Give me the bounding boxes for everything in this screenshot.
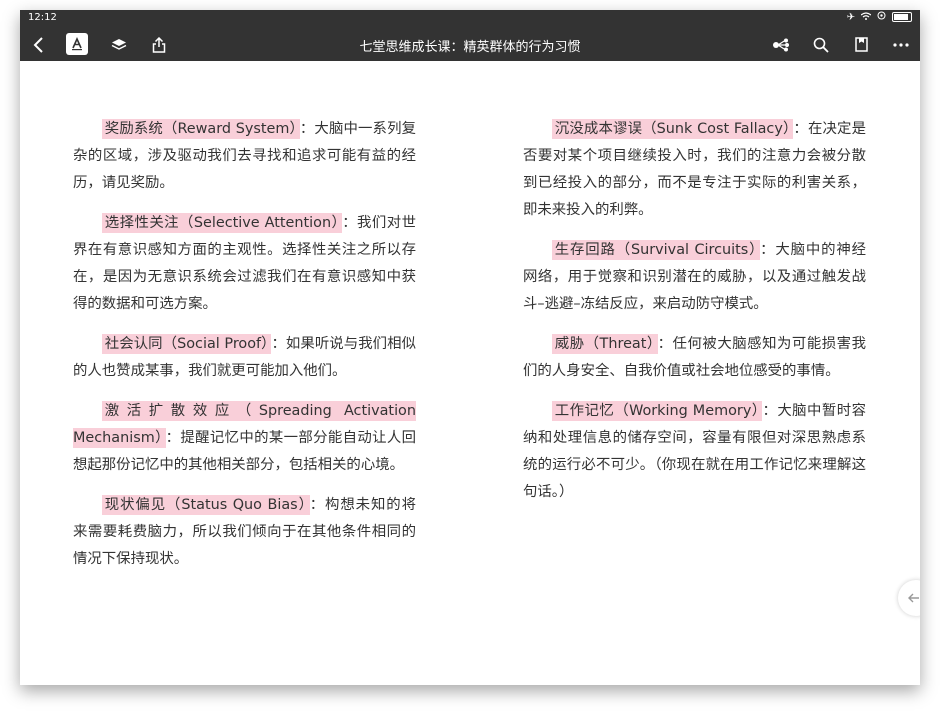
font-settings-icon[interactable] [66, 33, 88, 55]
search-icon[interactable] [808, 32, 834, 57]
layers-icon[interactable] [106, 32, 132, 57]
status-time: 12:12 [28, 12, 57, 23]
top-toolbar: 七堂思维成长课：精英群体的行为习惯 [20, 28, 920, 61]
battery-icon [892, 12, 912, 22]
left-column: 奖励系统（Reward System） ：大脑中一系列复杂的区域，涉及驱动我们去寻… [73, 116, 416, 586]
highlighted-term[interactable]: 奖励系统（Reward System） [101, 119, 300, 139]
more-icon[interactable] [888, 32, 914, 57]
glossary-entry: 生存回路（Survival Circuits） ：大脑中的神经网络，用于觉察和识别… [523, 237, 866, 318]
highlighted-term[interactable]: 生存回路（Survival Circuits） [551, 240, 761, 260]
glossary-entry: 选择性关注（Selective Attention） ：我们对世界在有意识感知方面… [73, 210, 416, 318]
mind-map-icon[interactable] [768, 32, 794, 57]
glossary-entry: 工作记忆（Working Memory） ：大脑中暂时容纳和处理信息的储存空间，容… [523, 398, 866, 506]
status-icons: ✈ [847, 11, 912, 23]
airplane-icon: ✈ [846, 11, 855, 23]
glossary-entry: 沉没成本谬误（Sunk Cost Fallacy） ：在决定是否要对某个项目继续投… [523, 116, 866, 224]
back-icon[interactable] [26, 32, 52, 57]
status-bar: 12:12 ✈ [20, 10, 920, 28]
highlighted-term[interactable]: 工作记忆（Working Memory） [551, 401, 763, 421]
highlighted-term[interactable]: 沉没成本谬误（Sunk Cost Fallacy） [551, 119, 794, 139]
glossary-entry: 奖励系统（Reward System） ：大脑中一系列复杂的区域，涉及驱动我们去寻… [73, 116, 416, 197]
wifi-icon [860, 11, 872, 23]
glossary-entry: 威胁（Threat） ：任何被大脑感知为可能损害我们的人身安全、自我价值或社会地位… [523, 331, 866, 385]
reader-window: 12:12 ✈ 七堂思维成长课：精英群体的行为习惯 奖励系统（Reward Sy… [20, 10, 920, 685]
bookmark-icon[interactable] [848, 32, 874, 57]
right-column: 沉没成本谬误（Sunk Cost Fallacy） ：在决定是否要对某个项目继续投… [523, 116, 866, 519]
collapse-arrow-icon[interactable] [898, 580, 920, 616]
book-title: 七堂思维成长课：精英群体的行为习惯 [359, 40, 581, 55]
highlighted-term[interactable]: 威胁（Threat） [551, 334, 658, 354]
location-icon [877, 11, 886, 23]
glossary-entry: 社会认同（Social Proof） ：如果听说与我们相似的人也赞成某事，我们就更… [73, 331, 416, 385]
book-page: 奖励系统（Reward System） ：大脑中一系列复杂的区域，涉及驱动我们去寻… [20, 61, 920, 685]
share-icon[interactable] [146, 32, 172, 57]
highlighted-term[interactable]: 选择性关注（Selective Attention） [101, 213, 343, 233]
glossary-entry: 现状偏见（Status Quo Bias） ：构想未知的将来需要耗费脑力，所以我们… [73, 492, 416, 573]
highlighted-term[interactable]: 现状偏见（Status Quo Bias） [101, 495, 310, 515]
glossary-entry: 激活扩散效应（Spreading Activation Mechanism） ：提… [73, 398, 416, 479]
highlighted-term[interactable]: 社会认同（Social Proof） [101, 334, 272, 354]
